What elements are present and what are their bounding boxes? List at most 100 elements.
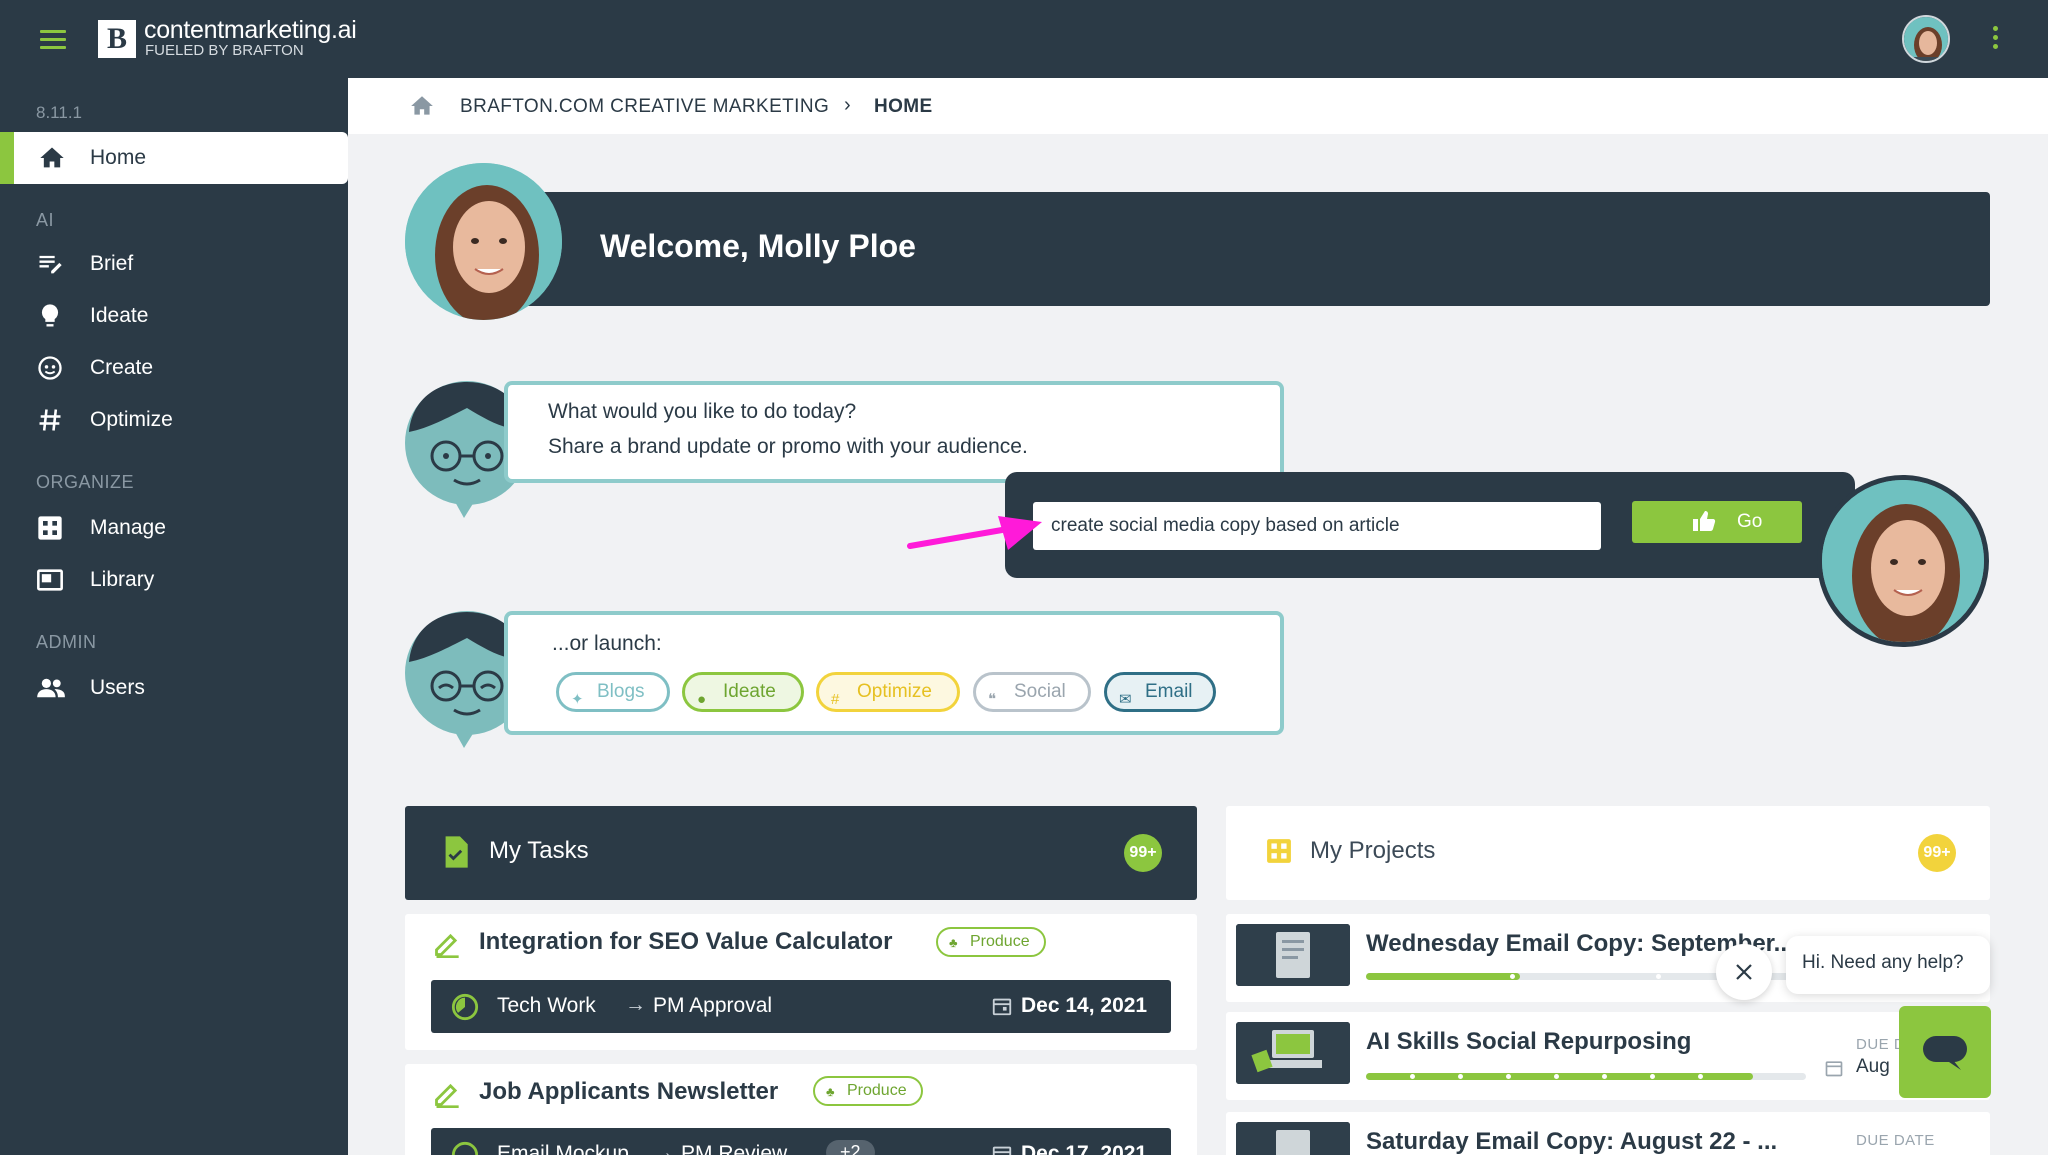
brand-logo[interactable]: B [98,20,136,58]
progress-dot [1602,1074,1607,1079]
prompt-input[interactable] [1033,502,1601,550]
sidebar-item-users[interactable]: Users [0,664,348,710]
sidebar: 8.11.1 Home AI Brief Ideate Create Optim… [0,78,348,1155]
sidebar-item-manage[interactable]: Manage [0,504,348,550]
breadcrumb-current: HOME [874,96,933,117]
brand-name: contentmarketing.ai [144,16,357,44]
sidebar-item-label: Create [90,356,154,379]
produce-icon: ♣ [949,935,958,950]
project-progress-fill [1366,973,1520,980]
project-progress-bar [1366,1073,1806,1080]
breadcrumb: BRAFTON.COM CREATIVE MARKETING › HOME [348,78,2048,134]
my-projects-title: My Projects [1310,837,1436,864]
status-badge: ♣ Produce [936,927,1046,957]
hash-icon [36,406,64,434]
extra-stages-count[interactable]: +2 [826,1140,875,1155]
sidebar-item-brief[interactable]: Brief [0,240,348,286]
launch-label: ...or launch: [552,632,662,655]
task-card[interactable]: Integration for SEO Value Calculator ♣ Pr… [405,914,1197,1050]
sidebar-item-label: Manage [90,516,166,539]
social-icon: ❝ [988,691,997,708]
section-label-ai: AI [36,210,55,230]
pencil-icon [433,1080,461,1113]
project-card[interactable]: AI Skills Social Repurposing DUE DATE Au… [1226,1012,1990,1100]
create-icon [36,354,64,382]
lightbulb-icon [36,302,64,330]
status-badge-label: Produce [970,933,1030,950]
launch-chip-social[interactable]: ❝ Social [973,672,1091,712]
due-date-label: DUE DATE [1856,1132,1935,1149]
my-tasks-header[interactable]: My Tasks 99+ [405,806,1197,900]
welcome-user-photo [405,163,562,320]
task-workflow-bar[interactable]: Email Mockup → PM Review +2 Dec 17, 2021 [431,1128,1171,1155]
more-options-icon[interactable] [1990,26,2000,54]
progress-dot [1458,1074,1463,1079]
hamburger-menu-icon[interactable] [40,30,66,50]
calendar-icon [1824,1058,1844,1083]
pencil-icon [433,930,461,963]
sidebar-item-create[interactable]: Create [0,344,348,390]
welcome-heading: Welcome, Molly Ploe [600,228,916,264]
launch-chip-optimize[interactable]: # Optimize [816,672,960,712]
user-reply-panel: Go [1005,472,1855,578]
status-badge-label: Produce [847,1082,907,1099]
sidebar-item-ideate[interactable]: Ideate [0,292,348,338]
chip-label: Ideate [723,681,776,702]
sidebar-item-label: Optimize [90,408,173,431]
users-icon [36,674,65,702]
assistant-suggestion: Share a brand update or promo with your … [548,435,1028,458]
breadcrumb-separator: › [844,94,851,116]
help-message[interactable]: Hi. Need any help? [1786,936,1990,994]
go-button-label: Go [1737,511,1763,532]
sparkle-icon: ✦ [571,691,584,708]
user-avatar[interactable] [1902,15,1950,63]
assistant-question: What would you like to do today? [548,400,857,423]
sidebar-item-home[interactable]: Home [0,132,348,184]
thumbs-up-icon [1692,510,1716,538]
annotation-arrow-icon [907,516,1042,550]
my-projects-header[interactable]: My Projects 99+ [1226,806,1990,900]
my-tasks-title: My Tasks [489,837,589,864]
grid-icon [1266,838,1292,869]
task-workflow-bar[interactable]: Tech Work → PM Approval Dec 14, 2021 [431,980,1171,1033]
progress-dot [1554,1074,1559,1079]
launch-chip-ideate[interactable]: ● Ideate [682,672,804,712]
chat-icon [1923,1036,1967,1070]
task-title[interactable]: Job Applicants Newsletter [479,1078,778,1106]
project-title[interactable]: AI Skills Social Repurposing [1366,1028,1691,1056]
chip-label: Blogs [597,681,645,702]
lightbulb-icon: ● [697,691,707,708]
project-title[interactable]: Saturday Email Copy: August 22 - ... [1366,1128,1777,1155]
task-due-date: Dec 17, 2021 [1021,1142,1148,1155]
task-card[interactable]: Job Applicants Newsletter ♣ Produce Email… [405,1064,1197,1155]
home-icon[interactable] [408,93,436,124]
chat-launcher-button[interactable] [1899,1006,1991,1098]
progress-ring-icon [451,1141,479,1155]
task-title[interactable]: Integration for SEO Value Calculator [479,928,892,956]
progress-dot [1656,974,1661,979]
grid-icon [36,514,64,542]
task-due-date: Dec 14, 2021 [1021,994,1148,1017]
breadcrumb-parent-link[interactable]: BRAFTON.COM CREATIVE MARKETING [460,96,829,118]
chip-label: Optimize [857,681,932,702]
task-stage: Email Mockup [497,1142,629,1155]
project-card[interactable]: Saturday Email Copy: August 22 - ... DUE… [1226,1112,1990,1155]
chip-label: Email [1145,681,1193,702]
arrow-right-icon: → [625,993,646,1016]
launch-chip-blogs[interactable]: ✦ Blogs [556,672,670,712]
sidebar-item-optimize[interactable]: Optimize [0,396,348,442]
progress-dot [1410,1074,1415,1079]
task-next-stage: PM Review [681,1142,788,1155]
calendar-icon [991,995,1013,1023]
project-progress-fill [1366,1073,1754,1080]
launch-chip-email[interactable]: ✉ Email [1104,672,1216,712]
progress-dot [1698,1074,1703,1079]
go-button[interactable]: Go [1632,501,1802,543]
arrow-right-icon: → [653,1141,674,1155]
top-bar: B contentmarketing.ai FUELED BY BRAFTON [0,0,2048,78]
home-icon [38,144,66,177]
sidebar-item-label: Users [90,676,145,699]
sidebar-item-library[interactable]: Library [0,556,348,602]
close-icon [1736,964,1752,980]
help-close-button[interactable] [1716,944,1772,1000]
